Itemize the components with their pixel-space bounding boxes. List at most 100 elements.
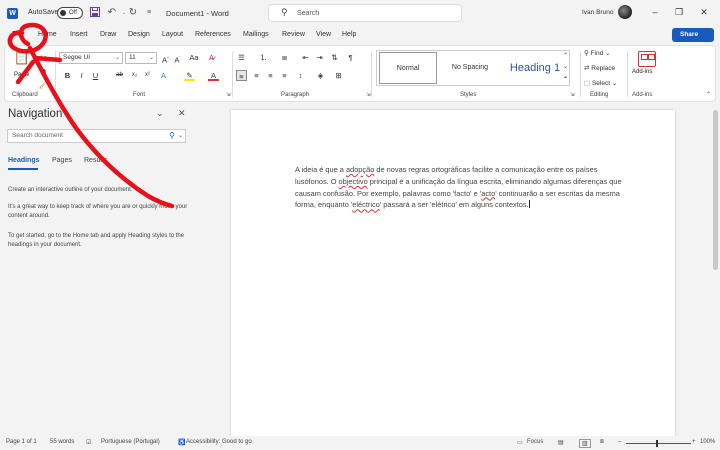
zoom-level[interactable]: 100% [700,439,715,445]
scrollbar-thumb[interactable] [713,110,718,270]
search-icon[interactable]: ⚲ [169,131,175,140]
zoom-out-icon[interactable]: – [618,439,621,445]
style-normal[interactable]: Normal [379,52,437,84]
line-spacing-icon[interactable]: ↕ [295,70,306,81]
accessibility-icon[interactable]: ♿ [178,439,185,446]
shrink-font-icon[interactable]: Aˇ [172,52,183,65]
styles-dialog-launcher-icon[interactable]: ⇲ [567,90,578,101]
avatar[interactable] [618,5,632,19]
font-size-select[interactable]: 11 ⌄ [125,52,157,64]
change-case-button[interactable]: Aa [187,52,201,63]
tab-mailings[interactable]: Mailings [243,31,269,38]
tab-headings[interactable]: Headings [8,157,40,164]
font-name-select[interactable]: Segoe UI ⌄ [59,52,123,64]
shading-icon[interactable]: ◈ [315,70,326,81]
multilevel-list-icon[interactable]: ≣ [279,52,290,63]
styles-more-icon[interactable]: ⩡ [560,73,571,84]
misspelled-word[interactable]: acto [481,189,495,198]
show-marks-icon[interactable]: ¶ [345,52,356,63]
nav-search-input[interactable]: Search document ⚲ ⌄ [7,129,186,143]
redo-icon[interactable]: ↻ [127,7,139,19]
vertical-scrollbar[interactable] [711,102,720,436]
tab-file[interactable]: File [12,31,23,38]
tab-help[interactable]: Help [342,31,356,38]
highlight-icon[interactable]: ✎ [184,70,195,81]
tab-view[interactable]: View [316,31,331,38]
document-page[interactable]: A ideia é que a adopção de novas regras … [231,110,675,440]
find-button[interactable]: ⚲ Find ⌄ [584,49,611,57]
autosave-toggle[interactable]: Off [57,7,83,19]
format-painter-icon[interactable]: 🖌 [38,79,49,90]
zoom-in-icon[interactable]: + [692,439,696,445]
language-status[interactable]: Portuguese (Portugal) [101,439,160,445]
tab-references[interactable]: References [195,31,231,38]
document-body-text[interactable]: A ideia é que a adopção de novas regras … [295,164,625,211]
increase-indent-icon[interactable]: ⇥ [314,52,325,63]
underline-icon[interactable]: U [90,70,101,81]
bold-icon[interactable]: B [62,70,73,81]
misspelled-word[interactable]: eléctrico [352,200,380,209]
addins-icon[interactable] [638,51,656,67]
strikethrough-icon[interactable]: ab [114,70,125,81]
decrease-indent-icon[interactable]: ⇤ [300,52,311,63]
accessibility-status[interactable]: Accessibility: Good to go [186,439,252,445]
paragraph-dialog-launcher-icon[interactable]: ⇲ [363,90,374,101]
tab-results[interactable]: Results [84,157,107,164]
focus-icon[interactable]: ▭ [517,439,523,446]
sort-icon[interactable]: ⇅ [329,52,340,63]
numbering-icon[interactable]: ⒈ [258,52,269,63]
style-no-spacing[interactable]: No Spacing [441,52,499,84]
tab-review[interactable]: Review [282,31,305,38]
collapse-ribbon-icon[interactable]: ⌃ [703,90,714,101]
nav-options-icon[interactable]: ⌄ [156,108,164,119]
read-mode-icon[interactable]: ▤ [558,439,564,446]
align-center-icon[interactable]: ≡ [251,70,262,81]
zoom-slider-thumb[interactable] [656,440,658,447]
style-heading-1[interactable]: Heading 1 [503,52,567,84]
paste-icon[interactable]: 📋 [13,51,31,70]
save-icon[interactable] [89,7,101,19]
restore-icon[interactable]: ❐ [673,6,685,18]
tab-pages[interactable]: Pages [52,157,72,164]
subscript-icon[interactable]: x₂ [129,70,140,81]
web-layout-icon[interactable]: ⧈ [600,439,604,446]
chevron-down-icon[interactable]: ⌄ [178,132,183,139]
superscript-icon[interactable]: x² [142,70,153,81]
font-color-icon[interactable]: A [208,70,219,81]
borders-icon[interactable]: ⊞ [333,70,344,81]
bullets-icon[interactable]: ☰ [236,52,247,63]
print-layout-icon[interactable]: ▥ [579,439,591,448]
grow-font-icon[interactable]: A^ [160,52,171,65]
share-button[interactable]: Share [672,28,714,42]
chevron-down-icon[interactable]: ⌄ [560,62,571,73]
customize-quick-access-icon[interactable]: ≡ [143,7,155,19]
minimize-icon[interactable]: – [649,6,661,18]
misspelled-word[interactable]: objectivo [339,177,368,186]
zoom-slider[interactable] [626,443,691,444]
page-count[interactable]: Page 1 of 1 [6,439,37,445]
search-box[interactable]: ⚲ Search [268,4,462,22]
addins-button-label[interactable]: Add-ins [632,69,652,75]
align-left-icon[interactable]: ≡ [236,70,247,81]
select-button[interactable]: ⬚ Select ⌄ [584,79,617,87]
close-icon[interactable]: ✕ [698,6,710,18]
proofing-icon[interactable]: ☑ [86,439,91,446]
tab-draw[interactable]: Draw [100,31,116,38]
tab-design[interactable]: Design [128,31,150,38]
undo-icon[interactable]: ↶ [106,7,118,19]
tab-insert[interactable]: Insert [70,31,88,38]
tab-layout[interactable]: Layout [162,31,183,38]
focus-label[interactable]: Focus [527,439,543,445]
tab-home[interactable]: Home [38,31,57,38]
paste-label[interactable]: Paste [14,72,29,78]
italic-icon[interactable]: I [76,70,87,81]
clear-formatting-icon[interactable]: A̷ [206,52,217,63]
cut-icon[interactable]: ✂ [38,52,49,63]
text-effects-icon[interactable]: A [158,70,169,81]
justify-icon[interactable]: ≡ [279,70,290,81]
copy-icon[interactable]: ⧉ [38,66,49,77]
align-right-icon[interactable]: ≡ [265,70,276,81]
misspelled-word[interactable]: adopção [346,165,374,174]
close-icon[interactable]: ✕ [178,108,186,119]
word-count[interactable]: 55 words [50,439,74,445]
